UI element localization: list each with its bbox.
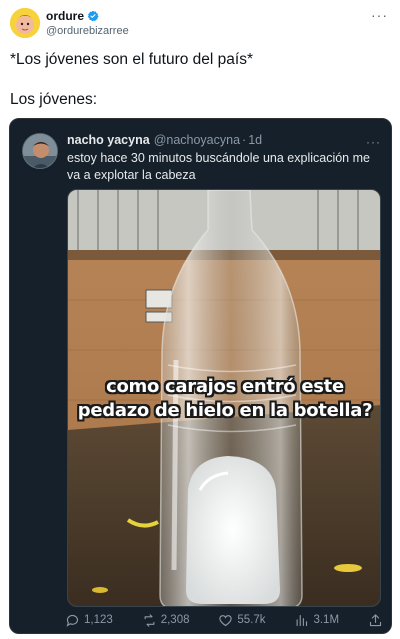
repost-button[interactable]: 2,308 <box>142 613 190 628</box>
reply-count: 1,123 <box>84 614 113 626</box>
display-name[interactable]: ordure <box>46 9 84 23</box>
views-count: 3.1M <box>313 614 340 626</box>
video-media[interactable]: como carajos entró este pedazo de hielo … <box>67 189 381 607</box>
tweet-text-line-1: *Los jóvenes son el futuro del país* <box>10 51 253 68</box>
repost-count: 2,308 <box>160 614 190 626</box>
quoted-tweet-card[interactable]: nacho yacyna @nachoyacyna · 1d ··· estoy ha… <box>9 118 392 634</box>
like-count: 55.7k <box>237 614 266 626</box>
handle[interactable]: @ordurebizarree <box>46 25 129 37</box>
share-button[interactable] <box>368 613 383 628</box>
timestamp[interactable]: 1d <box>248 133 262 147</box>
reply-icon <box>66 614 78 627</box>
outer-names: ordure @ordurebizarree <box>46 9 129 37</box>
outer-tweet-header: ordure @ordurebizarree ··· <box>8 6 392 40</box>
quoted-display-name[interactable]: nacho yacyna <box>67 133 150 147</box>
like-button[interactable]: 55.7k <box>218 613 266 628</box>
views-icon <box>297 614 308 626</box>
heart-icon <box>219 614 233 626</box>
video-caption-line-2: pedazo de hielo en la botella? <box>77 400 373 421</box>
quoted-handle[interactable]: @nachoyacyna <box>154 133 240 147</box>
action-bar: 1,123 2,308 55.7k 3.1M <box>65 610 383 630</box>
verified-badge-icon <box>87 10 99 22</box>
separator-dot: · <box>242 133 247 147</box>
quoted-more-icon[interactable]: ··· <box>366 135 381 149</box>
avatar[interactable] <box>10 8 40 38</box>
reply-button[interactable]: 1,123 <box>65 613 113 628</box>
share-icon <box>369 613 382 626</box>
quoted-header: nacho yacyna @nachoyacyna · 1d <box>67 133 262 147</box>
bottle-photo <box>68 190 380 606</box>
repost-icon <box>144 613 155 627</box>
quoted-text: estoy hace 30 minutos buscándole una exp… <box>67 151 370 182</box>
quoted-avatar[interactable] <box>22 133 58 169</box>
views-button[interactable]: 3.1M <box>294 613 339 628</box>
tweet-text-line-2: Los jóvenes: <box>10 91 98 108</box>
video-caption-line-1: como carajos entró este <box>106 376 344 397</box>
more-icon[interactable]: ··· <box>371 8 388 22</box>
